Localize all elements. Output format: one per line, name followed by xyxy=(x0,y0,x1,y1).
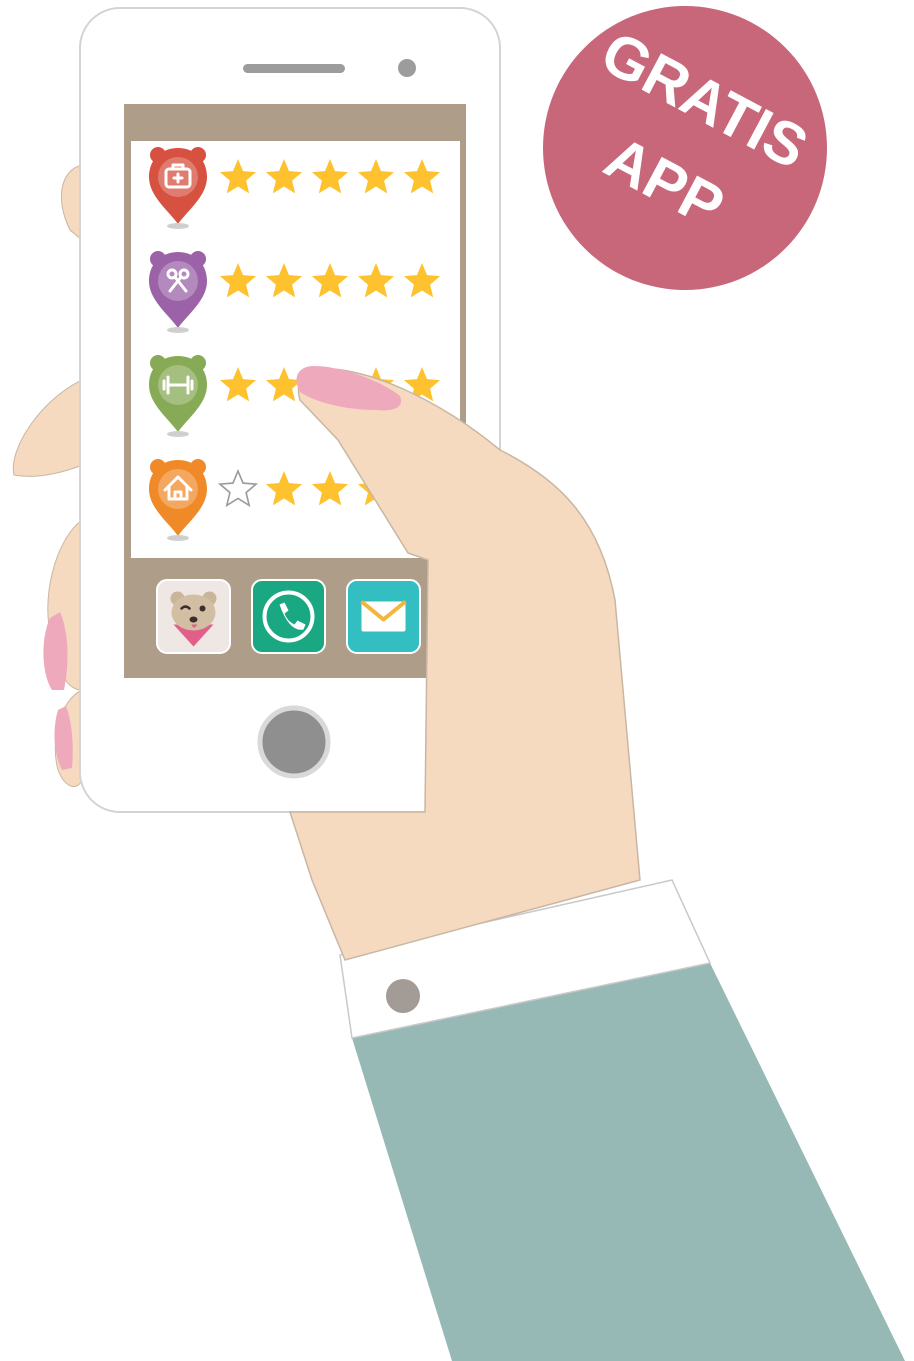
cuff-button xyxy=(386,979,420,1013)
phone-call-app-button[interactable] xyxy=(251,579,326,654)
speaker-grille xyxy=(243,64,345,73)
hand-back xyxy=(12,164,83,788)
mail-icon xyxy=(360,599,407,632)
gratis-app-badge: GRATIS APP xyxy=(543,6,827,290)
app-dock xyxy=(156,579,421,654)
nail-left-1 xyxy=(43,612,68,690)
front-camera xyxy=(398,59,416,77)
phone-in-hand-illustration: GRATIS APP xyxy=(12,6,905,1361)
bear-mascot-app-button[interactable] xyxy=(156,579,231,654)
sleeve xyxy=(352,963,905,1361)
mail-app-button[interactable] xyxy=(346,579,421,654)
home-button[interactable] xyxy=(257,705,331,779)
